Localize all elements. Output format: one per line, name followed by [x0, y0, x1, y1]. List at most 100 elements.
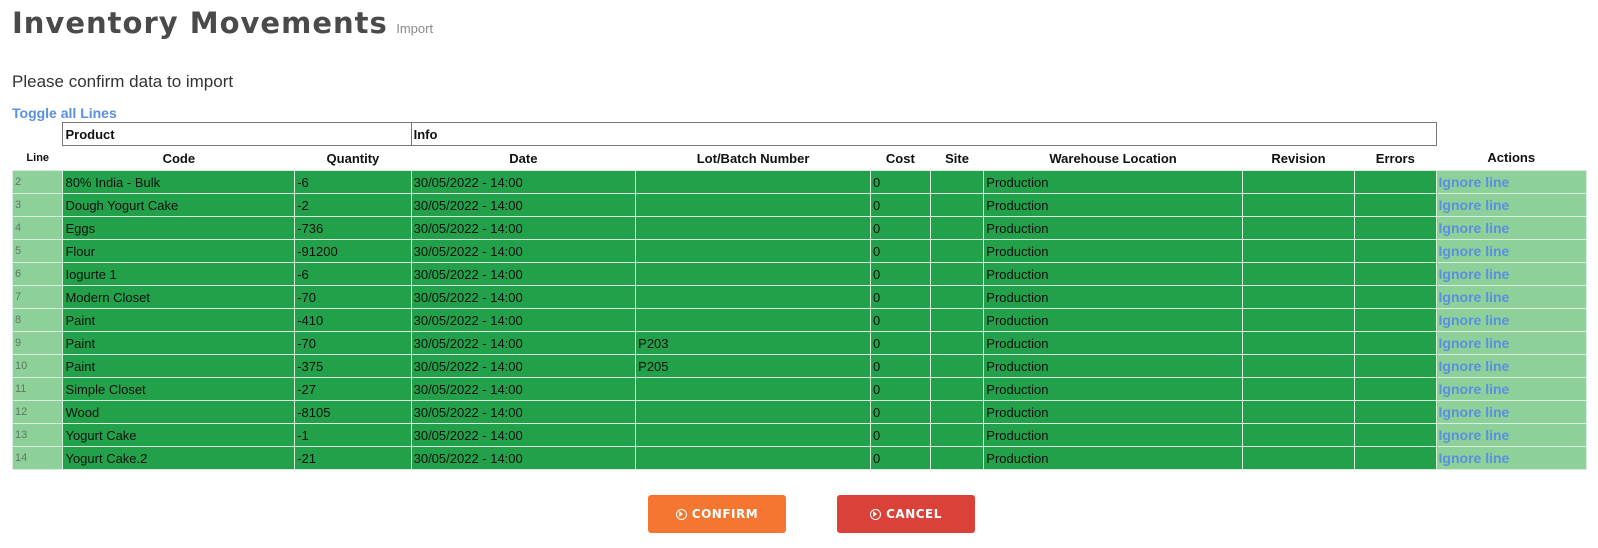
ignore-line-link[interactable]: Ignore line [1439, 266, 1510, 282]
ignore-line-link[interactable]: Ignore line [1439, 427, 1510, 443]
cell-actions: Ignore line [1435, 400, 1588, 424]
cell-errors [1354, 331, 1437, 355]
table-row: 13 Yogurt Cake -1 30/05/2022 - 14:00 0 Produc… [11, 423, 1588, 447]
group-spacer [13, 123, 63, 146]
cell-revision [1241, 423, 1356, 447]
cell-quantity: -91200 [294, 239, 412, 263]
header-errors: Errors [1354, 145, 1437, 171]
cell-revision [1241, 285, 1356, 309]
cell-cost: 0 [870, 400, 931, 424]
table-row: 5 Flour -91200 30/05/2022 - 14:00 0 Productio… [11, 239, 1588, 263]
cell-code: Wood [62, 400, 296, 424]
cell-line: 3 [11, 193, 64, 217]
cell-errors [1354, 354, 1437, 378]
cell-code: Yogurt Cake [62, 423, 296, 447]
cell-revision [1241, 331, 1356, 355]
table-row: 4 Eggs -736 30/05/2022 - 14:00 0 Production Ig… [11, 216, 1588, 240]
toggle-all-lines-link[interactable]: Toggle all Lines [12, 105, 117, 121]
cell-revision [1241, 170, 1356, 194]
cancel-button[interactable]: CANCEL [837, 495, 975, 533]
cell-date: 30/05/2022 - 14:00 [410, 285, 637, 309]
instructions-text: Please confirm data to import [12, 72, 234, 91]
cell-site [929, 193, 985, 217]
cell-date: 30/05/2022 - 14:00 [410, 331, 637, 355]
cell-warehouse: Production [983, 446, 1243, 470]
table-row: 2 80% India - Bulk -6 30/05/2022 - 14:00 0 Pr… [11, 170, 1588, 194]
ignore-line-link[interactable]: Ignore line [1439, 450, 1510, 466]
cell-line: 14 [11, 446, 64, 470]
cell-line: 6 [11, 262, 64, 286]
cell-revision [1241, 377, 1356, 401]
cell-site [929, 170, 985, 194]
cell-line: 4 [11, 216, 64, 240]
cell-code: Yogurt Cake.2 [62, 446, 296, 470]
cell-quantity: -375 [294, 354, 412, 378]
cell-site [929, 308, 985, 332]
table-row: 3 Dough Yogurt Cake -2 30/05/2022 - 14:00 0 P… [11, 193, 1588, 217]
circle-arrow-right-icon [870, 508, 882, 520]
ignore-line-link[interactable]: Ignore line [1439, 381, 1510, 397]
import-table: Product Info Line Code Quantity Date Lot… [11, 122, 1588, 470]
cell-actions: Ignore line [1435, 239, 1588, 263]
cell-warehouse: Production [983, 285, 1243, 309]
cell-cost: 0 [870, 170, 931, 194]
header-site: Site [930, 145, 984, 171]
ignore-line-link[interactable]: Ignore line [1439, 243, 1510, 259]
cell-errors [1354, 377, 1437, 401]
cell-cost: 0 [870, 423, 931, 447]
confirm-button[interactable]: CONFIRM [648, 495, 786, 533]
cell-quantity: -8105 [294, 400, 412, 424]
table-row: 11 Simple Closet -27 30/05/2022 - 14:00 0 Pro… [11, 377, 1588, 401]
cell-actions: Ignore line [1435, 308, 1588, 332]
cell-warehouse: Production [983, 400, 1243, 424]
ignore-line-link[interactable]: Ignore line [1439, 335, 1510, 351]
ignore-line-link[interactable]: Ignore line [1439, 404, 1510, 420]
cell-revision [1241, 239, 1356, 263]
cell-line: 7 [11, 285, 64, 309]
table-row: 10 Paint -375 30/05/2022 - 14:00 P205 0 Produc… [11, 354, 1588, 378]
cell-errors [1354, 308, 1437, 332]
ignore-line-link[interactable]: Ignore line [1439, 358, 1510, 374]
ignore-line-link[interactable]: Ignore line [1439, 289, 1510, 305]
cell-lot [635, 170, 871, 194]
cell-actions: Ignore line [1435, 423, 1588, 447]
header-lot: Lot/Batch Number [635, 145, 871, 171]
cell-lot [635, 423, 871, 447]
cell-date: 30/05/2022 - 14:00 [410, 354, 637, 378]
cell-date: 30/05/2022 - 14:00 [410, 262, 637, 286]
cell-lot [635, 262, 871, 286]
page-title: Inventory Movements [12, 6, 388, 40]
cell-date: 30/05/2022 - 14:00 [410, 170, 637, 194]
cell-site [929, 423, 985, 447]
cell-site [929, 216, 985, 240]
cell-code: Simple Closet [62, 377, 296, 401]
cell-lot: P203 [635, 331, 871, 355]
page-header: Inventory Movements Import [12, 6, 433, 40]
cell-date: 30/05/2022 - 14:00 [410, 216, 637, 240]
cell-quantity: -21 [294, 446, 412, 470]
table-body: 2 80% India - Bulk -6 30/05/2022 - 14:00 0 Pr… [11, 170, 1588, 470]
ignore-line-link[interactable]: Ignore line [1439, 312, 1510, 328]
cell-errors [1354, 285, 1437, 309]
cell-lot [635, 239, 871, 263]
cell-revision [1241, 308, 1356, 332]
cell-site [929, 331, 985, 355]
cell-site [929, 354, 985, 378]
cell-line: 12 [11, 400, 64, 424]
cell-quantity: -70 [294, 331, 412, 355]
ignore-line-link[interactable]: Ignore line [1439, 197, 1510, 213]
ignore-line-link[interactable]: Ignore line [1439, 220, 1510, 236]
cell-quantity: -2 [294, 193, 412, 217]
cell-revision [1241, 446, 1356, 470]
ignore-line-link[interactable]: Ignore line [1439, 174, 1510, 190]
cell-lot [635, 400, 871, 424]
cell-lot [635, 216, 871, 240]
cell-warehouse: Production [983, 193, 1243, 217]
cell-warehouse: Production [983, 331, 1243, 355]
cell-warehouse: Production [983, 170, 1243, 194]
cell-cost: 0 [870, 262, 931, 286]
cell-lot [635, 308, 871, 332]
cell-actions: Ignore line [1435, 377, 1588, 401]
column-header-row: Line Code Quantity Date Lot/Batch Number… [12, 145, 1587, 171]
cell-errors [1354, 446, 1437, 470]
